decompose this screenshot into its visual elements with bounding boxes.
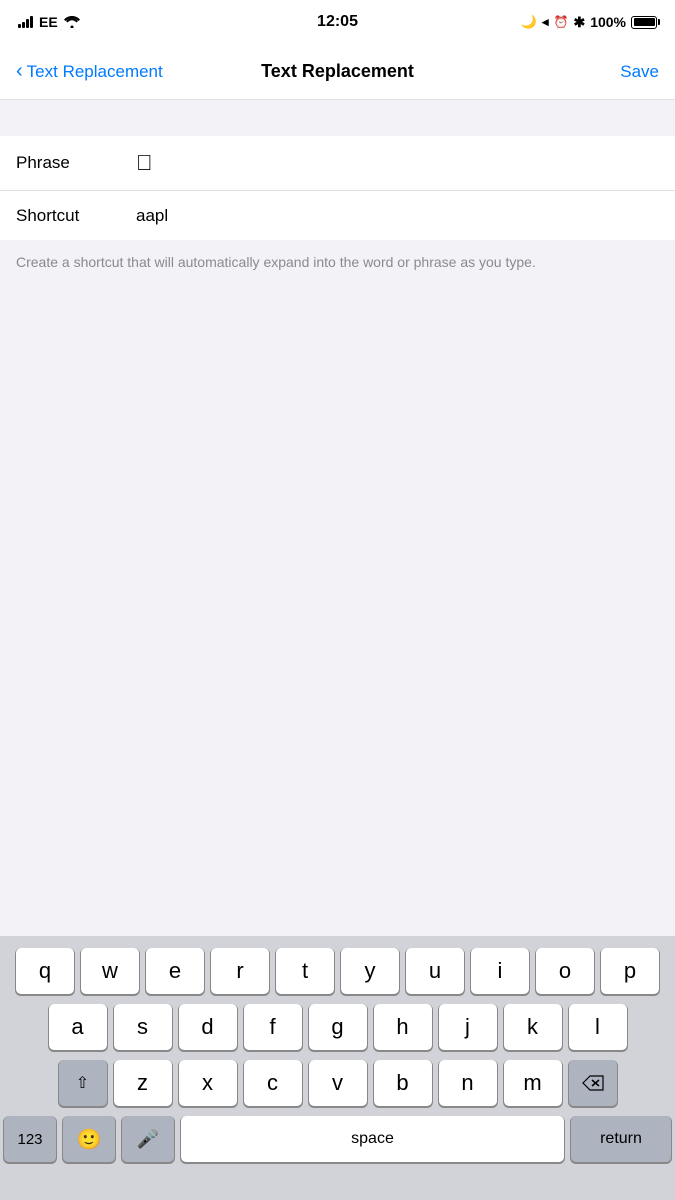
key-f[interactable]: f xyxy=(244,1004,302,1050)
keyboard-rows: q w e r t y u i o p a s d f g h j k l ⇧ … xyxy=(0,936,675,1166)
key-v[interactable]: v xyxy=(309,1060,367,1106)
key-row-1: q w e r t y u i o p xyxy=(4,948,671,994)
keyboard-home-indicator xyxy=(0,1166,675,1200)
shortcut-value[interactable]: aapl xyxy=(136,206,659,226)
alarm-icon: ⏰ xyxy=(554,15,569,29)
key-row-2: a s d f g h j k l xyxy=(4,1004,671,1050)
signal-bar-1 xyxy=(18,24,21,28)
key-c[interactable]: c xyxy=(244,1060,302,1106)
key-i[interactable]: i xyxy=(471,948,529,994)
form-section: Phrase  Shortcut aapl xyxy=(0,136,675,240)
key-a[interactable]: a xyxy=(49,1004,107,1050)
key-k[interactable]: k xyxy=(504,1004,562,1050)
phrase-row: Phrase  xyxy=(0,136,675,190)
key-d[interactable]: d xyxy=(179,1004,237,1050)
key-space[interactable]: space xyxy=(181,1116,564,1162)
status-left: EE xyxy=(18,14,80,30)
key-s[interactable]: s xyxy=(114,1004,172,1050)
back-chevron-icon: ‹ xyxy=(16,61,23,81)
location-icon: ◂ xyxy=(542,14,549,30)
phrase-value[interactable]:  xyxy=(136,150,659,176)
key-mic[interactable]: 🎤 xyxy=(122,1116,174,1162)
help-text: Create a shortcut that will automaticall… xyxy=(0,240,675,285)
nav-bar: ‹ Text Replacement Text Replacement Save xyxy=(0,44,675,100)
delete-icon xyxy=(582,1075,604,1091)
key-shift[interactable]: ⇧ xyxy=(59,1060,107,1106)
signal-bar-2 xyxy=(22,22,25,28)
page-title: Text Replacement xyxy=(261,61,414,82)
key-delete[interactable] xyxy=(569,1060,617,1106)
time-display: 12:05 xyxy=(317,13,358,31)
key-row-4: 123 🙂 🎤 space return xyxy=(4,1116,671,1162)
key-j[interactable]: j xyxy=(439,1004,497,1050)
wifi-icon xyxy=(64,16,80,28)
key-b[interactable]: b xyxy=(374,1060,432,1106)
key-r[interactable]: r xyxy=(211,948,269,994)
key-w[interactable]: w xyxy=(81,948,139,994)
key-x[interactable]: x xyxy=(179,1060,237,1106)
key-o[interactable]: o xyxy=(536,948,594,994)
status-right: 🌙 ◂ ⏰ ✱ 100% xyxy=(521,14,657,31)
key-q[interactable]: q xyxy=(16,948,74,994)
key-return[interactable]: return xyxy=(571,1116,671,1162)
key-t[interactable]: t xyxy=(276,948,334,994)
signal-bar-3 xyxy=(26,19,29,28)
key-z[interactable]: z xyxy=(114,1060,172,1106)
key-row-3: ⇧ z x c v b n m xyxy=(4,1060,671,1106)
key-u[interactable]: u xyxy=(406,948,464,994)
keyboard: q w e r t y u i o p a s d f g h j k l ⇧ … xyxy=(0,936,675,1200)
shortcut-row: Shortcut aapl xyxy=(0,190,675,240)
carrier-label: EE xyxy=(39,14,58,30)
shortcut-label: Shortcut xyxy=(16,206,136,226)
signal-bar-4 xyxy=(30,16,33,28)
key-l[interactable]: l xyxy=(569,1004,627,1050)
bluetooth-icon: ✱ xyxy=(573,14,585,31)
status-bar: EE 12:05 🌙 ◂ ⏰ ✱ 100% xyxy=(0,0,675,44)
key-g[interactable]: g xyxy=(309,1004,367,1050)
key-n[interactable]: n xyxy=(439,1060,497,1106)
back-label: Text Replacement xyxy=(27,62,163,82)
moon-icon: 🌙 xyxy=(521,14,537,30)
back-button[interactable]: ‹ Text Replacement xyxy=(16,62,163,82)
key-h[interactable]: h xyxy=(374,1004,432,1050)
empty-space xyxy=(0,285,675,645)
key-numeric[interactable]: 123 xyxy=(4,1116,56,1162)
key-e[interactable]: e xyxy=(146,948,204,994)
battery-percent: 100% xyxy=(590,14,626,30)
save-button[interactable]: Save xyxy=(620,62,659,82)
phrase-label: Phrase xyxy=(16,153,136,173)
signal-bars xyxy=(18,16,33,28)
battery-indicator xyxy=(631,16,657,29)
key-y[interactable]: y xyxy=(341,948,399,994)
key-emoji[interactable]: 🙂 xyxy=(63,1116,115,1162)
key-p[interactable]: p xyxy=(601,948,659,994)
section-gap-top xyxy=(0,100,675,136)
key-m[interactable]: m xyxy=(504,1060,562,1106)
